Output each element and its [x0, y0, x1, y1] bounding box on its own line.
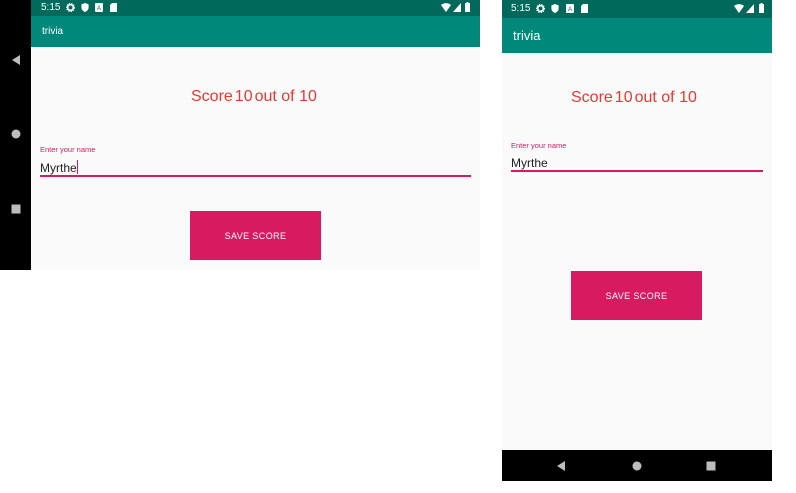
- notification-icon: A: [95, 3, 103, 12]
- sd-card-icon: [581, 4, 588, 13]
- sd-card-icon: [110, 3, 117, 12]
- home-button[interactable]: [627, 458, 647, 474]
- score-text: Score 10 out of 10: [191, 88, 317, 106]
- signal-icon: [453, 3, 461, 12]
- app-title: trivia: [513, 28, 541, 43]
- wifi-icon: [734, 4, 744, 13]
- svg-text:A: A: [97, 6, 101, 12]
- battery-icon: [759, 3, 764, 13]
- home-icon: [632, 461, 642, 471]
- recents-button[interactable]: [701, 458, 721, 474]
- back-button[interactable]: [6, 52, 26, 68]
- status-bar: 5:15 A: [31, 0, 480, 16]
- name-input-underline: [511, 170, 763, 172]
- text-cursor: [77, 160, 78, 174]
- name-input[interactable]: Myrthe: [40, 158, 471, 178]
- app-title: trivia: [42, 26, 64, 37]
- settings-icon: [536, 4, 545, 13]
- back-icon: [557, 461, 565, 471]
- status-time: 5:15: [511, 3, 531, 14]
- save-score-button[interactable]: SAVE SCORE: [571, 271, 702, 320]
- recents-icon: [11, 204, 21, 214]
- status-time: 5:15: [41, 2, 61, 13]
- name-input-underline: [40, 175, 471, 177]
- svg-text:A: A: [568, 7, 572, 13]
- notification-icon: A: [566, 4, 574, 13]
- navigation-bar: [502, 450, 772, 481]
- score-label: Score: [191, 88, 233, 105]
- name-input-value: Myrthe: [511, 156, 548, 170]
- signal-icon: [746, 4, 754, 13]
- name-input-value: Myrthe: [40, 161, 77, 175]
- score-total: out of 10: [634, 89, 697, 106]
- status-bar: 5:15 A: [502, 0, 772, 18]
- battery-icon: [465, 2, 470, 12]
- settings-icon: [66, 3, 75, 12]
- name-input[interactable]: Myrthe: [511, 153, 763, 173]
- score-total: out of 10: [254, 88, 317, 105]
- wifi-icon: [441, 3, 451, 12]
- back-button[interactable]: [551, 458, 571, 474]
- home-icon: [11, 129, 21, 139]
- back-icon: [12, 55, 20, 65]
- recents-icon: [706, 461, 716, 471]
- recents-button[interactable]: [6, 201, 26, 217]
- score-screen: Score 10 out of 10 Enter your name Myrthe …: [31, 47, 480, 270]
- score-label: Score: [571, 89, 613, 106]
- save-score-button[interactable]: SAVE SCORE: [190, 211, 321, 260]
- score-screen: Score 10 out of 10 Enter your name Myrthe …: [502, 53, 772, 450]
- name-field-label: Enter your name: [511, 141, 567, 150]
- app-bar: trivia: [31, 16, 480, 47]
- home-button[interactable]: [6, 126, 26, 142]
- score-value: 10: [234, 88, 253, 105]
- navigation-bar: [0, 0, 31, 270]
- shield-icon: [81, 3, 89, 12]
- name-field-label: Enter your name: [40, 145, 96, 154]
- shield-icon: [551, 4, 559, 13]
- score-value: 10: [614, 89, 633, 106]
- score-text: Score 10 out of 10: [571, 89, 697, 107]
- app-bar: trivia: [502, 18, 772, 53]
